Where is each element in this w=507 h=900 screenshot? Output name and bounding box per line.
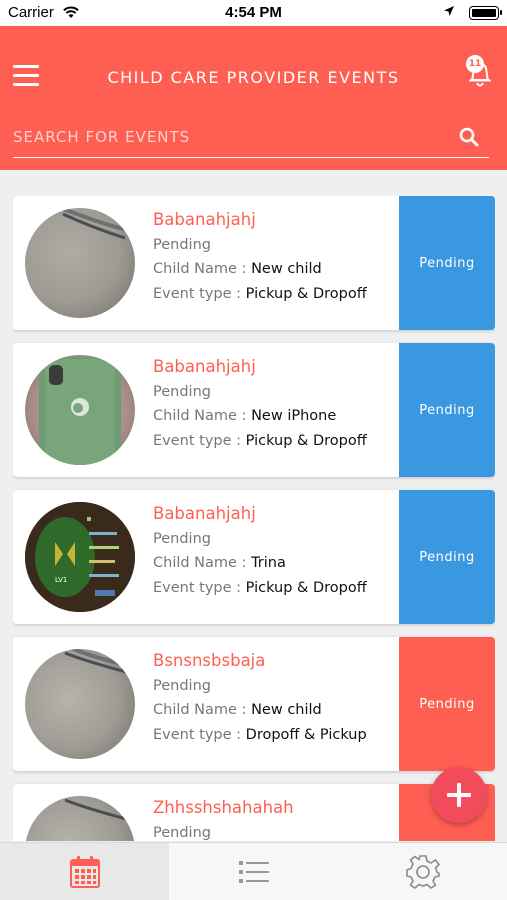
child-name-label: Child Name :	[153, 261, 252, 277]
event-type-row: Event type : Pickup & Dropoff	[153, 433, 367, 449]
event-type-value: Pickup & Dropoff	[245, 286, 367, 302]
event-card[interactable]: Bsnsnsbsbaja Pending Child Name : New ch…	[13, 637, 495, 771]
event-type-value: Pickup & Dropoff	[245, 433, 367, 449]
tab-calendar[interactable]	[0, 843, 169, 900]
clock: 4:54 PM	[225, 4, 282, 21]
event-type-label: Event type :	[153, 580, 246, 596]
bottom-tab-bar	[0, 842, 507, 900]
event-status: Pending	[153, 531, 211, 547]
status-bar: Carrier 4:54 PM	[0, 0, 507, 26]
event-avatar: LV1	[25, 502, 135, 612]
search-icon[interactable]	[459, 127, 479, 147]
battery-icon	[469, 6, 502, 20]
event-status: Pending	[153, 678, 211, 694]
hamburger-menu-icon[interactable]	[13, 65, 39, 87]
add-event-button[interactable]	[431, 767, 487, 823]
child-name-row: Child Name : New child	[153, 261, 322, 277]
event-type-value: Pickup & Dropoff	[245, 580, 367, 596]
status-badge[interactable]: Pending	[399, 196, 495, 330]
tab-settings[interactable]	[338, 843, 507, 900]
child-name-value: New child	[251, 261, 322, 277]
event-avatar	[25, 796, 135, 841]
event-type-row: Event type : Pickup & Dropoff	[153, 286, 367, 302]
event-type-row: Event type : Pickup & Dropoff	[153, 580, 367, 596]
gear-icon	[405, 854, 440, 889]
child-name-row: Child Name : New child	[153, 702, 322, 718]
concrete-photo-texture	[60, 208, 135, 240]
notification-count-badge: 11	[466, 55, 484, 73]
event-title: Babanahjahj	[153, 357, 256, 376]
status-badge[interactable]: Pending	[399, 637, 495, 771]
event-title: Bsnsnsbsbaja	[153, 651, 266, 670]
event-status: Pending	[153, 237, 211, 253]
event-type-row: Event type : Dropoff & Pickup	[153, 727, 367, 743]
child-name-value: Trina	[251, 555, 286, 571]
green-phone-photo	[39, 357, 121, 465]
app-header: CHILD CARE PROVIDER EVENTS 11	[0, 26, 507, 170]
game-screen-photo: LV1	[25, 502, 135, 612]
concrete-photo-texture	[64, 649, 135, 675]
child-name-value: New child	[251, 702, 322, 718]
search-bar	[13, 118, 489, 158]
concrete-photo-texture	[64, 798, 131, 822]
event-card[interactable]: Babanahjahj Pending Child Name : New iPh…	[13, 343, 495, 477]
status-badge[interactable]: Pending	[399, 490, 495, 624]
child-name-value: New iPhone	[251, 408, 337, 424]
calendar-icon	[69, 855, 100, 888]
event-card[interactable]: LV1 Babanahjahj Pending Child Name : Tri…	[13, 490, 495, 624]
event-card[interactable]: Babanahjahj Pending Child Name : New chi…	[13, 196, 495, 330]
child-name-label: Child Name :	[153, 555, 252, 571]
event-list: Babanahjahj Pending Child Name : New chi…	[13, 196, 495, 841]
event-type-label: Event type :	[153, 433, 246, 449]
event-title: Babanahjahj	[153, 210, 256, 229]
location-arrow-icon	[444, 6, 454, 16]
event-title: Zhhsshshahahah	[153, 798, 294, 817]
child-name-row: Child Name : New iPhone	[153, 408, 336, 424]
event-status: Pending	[153, 825, 211, 841]
search-input[interactable]	[13, 123, 433, 151]
event-avatar	[25, 355, 135, 465]
event-type-label: Event type :	[153, 286, 246, 302]
list-icon	[238, 860, 269, 883]
game-logo-text: LV1	[55, 576, 67, 584]
child-name-row: Child Name : Trina	[153, 555, 286, 571]
event-type-value: Dropoff & Pickup	[245, 727, 367, 743]
page-title: CHILD CARE PROVIDER EVENTS	[107, 68, 400, 87]
event-type-label: Event type :	[153, 727, 246, 743]
event-avatar	[25, 208, 135, 318]
event-avatar	[25, 649, 135, 759]
event-status: Pending	[153, 384, 211, 400]
status-badge[interactable]: Pending	[399, 343, 495, 477]
child-name-label: Child Name :	[153, 408, 252, 424]
child-name-label: Child Name :	[153, 702, 252, 718]
tab-list[interactable]	[169, 843, 338, 900]
event-card[interactable]: Zhhsshshahahah Pending	[13, 784, 495, 841]
event-title: Babanahjahj	[153, 504, 256, 523]
